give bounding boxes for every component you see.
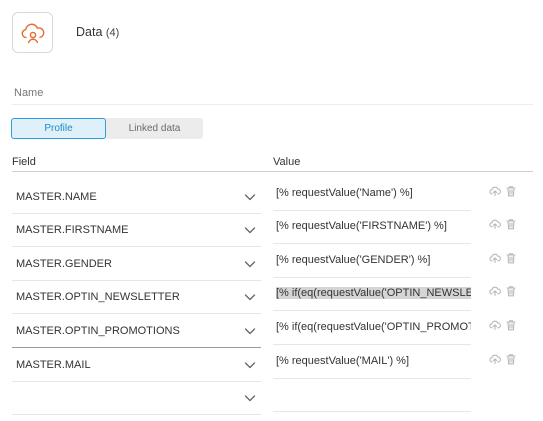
upload-icon[interactable] [489, 218, 501, 230]
page-title-text: Data [76, 25, 103, 39]
mapping-row: MASTER.OPTIN_NEWSLETTER [% if(eq(requestV… [0, 280, 543, 314]
value-input[interactable]: [% if(eq(requestValue('OPTIN_PROMOTIONS [273, 311, 471, 345]
row-actions [489, 183, 519, 199]
field-select[interactable] [12, 381, 261, 415]
trash-icon[interactable] [505, 252, 517, 264]
chevron-down-icon[interactable] [243, 391, 257, 405]
value-input-text: [% requestValue('MAIL') %] [276, 355, 409, 367]
row-actions [489, 317, 519, 333]
chevron-down-icon[interactable] [243, 223, 257, 237]
value-input-text: [% requestValue('GENDER') %] [276, 254, 431, 266]
trash-icon[interactable] [505, 285, 517, 297]
tab-bar: Profile Linked data [11, 118, 203, 139]
value-input-text: [% requestValue('FIRSTNAME') %] [276, 220, 447, 232]
field-select-value: MASTER.OPTIN_NEWSLETTER [16, 291, 180, 303]
field-column-header: Field [12, 156, 36, 168]
field-select[interactable]: MASTER.OPTIN_PROMOTIONS [12, 314, 261, 348]
chevron-down-icon[interactable] [243, 290, 257, 304]
value-input[interactable]: [% requestValue('MAIL') %] [273, 345, 471, 379]
page-title: Data (4) [76, 25, 119, 39]
value-input[interactable]: [% requestValue('GENDER') %] [273, 244, 471, 278]
value-column-header: Value [273, 156, 301, 168]
cloud-user-icon [21, 23, 44, 43]
field-select-value: MASTER.MAIL [16, 359, 91, 371]
field-select[interactable]: MASTER.NAME [12, 180, 261, 214]
mapping-row: MASTER.OPTIN_PROMOTIONS [% if(eq(requestV… [0, 314, 543, 348]
mapping-row: MASTER.FIRSTNAME [% requestValue('FIRSTNA… [0, 213, 543, 247]
value-input[interactable]: [% requestValue('FIRSTNAME') %] [273, 210, 471, 244]
value-input[interactable] [273, 378, 471, 412]
upload-icon[interactable] [489, 285, 501, 297]
upload-icon[interactable] [489, 185, 501, 197]
record-count: (4) [105, 27, 120, 39]
field-select-value: MASTER.OPTIN_PROMOTIONS [16, 325, 180, 337]
chevron-down-icon[interactable] [243, 257, 257, 271]
name-input-underline [12, 104, 533, 105]
name-input[interactable]: Name [14, 87, 43, 99]
field-select-value: MASTER.GENDER [16, 258, 112, 270]
app-icon-tile [12, 12, 53, 53]
trash-icon[interactable] [505, 353, 517, 365]
value-input-text: [% if(eq(requestValue('OPTIN_NEWSLETTER [276, 287, 471, 299]
value-input[interactable]: [% if(eq(requestValue('OPTIN_NEWSLETTER [273, 277, 471, 311]
tab-profile[interactable]: Profile [11, 118, 106, 139]
value-input[interactable]: [% requestValue('Name') %] [273, 177, 471, 211]
upload-icon[interactable] [489, 252, 501, 264]
row-actions [489, 216, 519, 232]
row-actions [489, 283, 519, 299]
chevron-down-icon[interactable] [243, 324, 257, 338]
chevron-down-icon[interactable] [243, 190, 257, 204]
mapping-row: MASTER.NAME [% requestValue('Name') %] [0, 180, 543, 214]
tab-linked-data[interactable]: Linked data [106, 118, 203, 139]
field-select[interactable]: MASTER.MAIL [12, 348, 261, 382]
field-select-value: MASTER.NAME [16, 191, 97, 203]
mapping-row: MASTER.MAIL [% requestValue('MAIL') %] [0, 348, 543, 382]
value-input-text: [% if(eq(requestValue('OPTIN_PROMOTIONS [276, 321, 471, 333]
row-actions [489, 250, 519, 266]
value-input-text: [% requestValue('Name') %] [276, 187, 413, 199]
upload-icon[interactable] [489, 319, 501, 331]
field-select-value: MASTER.FIRSTNAME [16, 224, 129, 236]
trash-icon[interactable] [505, 319, 517, 331]
field-select[interactable]: MASTER.FIRSTNAME [12, 213, 261, 247]
mapping-row [0, 381, 543, 415]
chevron-down-icon[interactable] [243, 358, 257, 372]
upload-icon[interactable] [489, 353, 501, 365]
field-select[interactable]: MASTER.OPTIN_NEWSLETTER [12, 280, 261, 314]
trash-icon[interactable] [505, 218, 517, 230]
trash-icon[interactable] [505, 185, 517, 197]
mapping-row: MASTER.GENDER [% requestValue('GENDER') %… [0, 247, 543, 281]
row-actions [489, 351, 519, 367]
field-select[interactable]: MASTER.GENDER [12, 247, 261, 281]
header-divider [12, 171, 533, 172]
